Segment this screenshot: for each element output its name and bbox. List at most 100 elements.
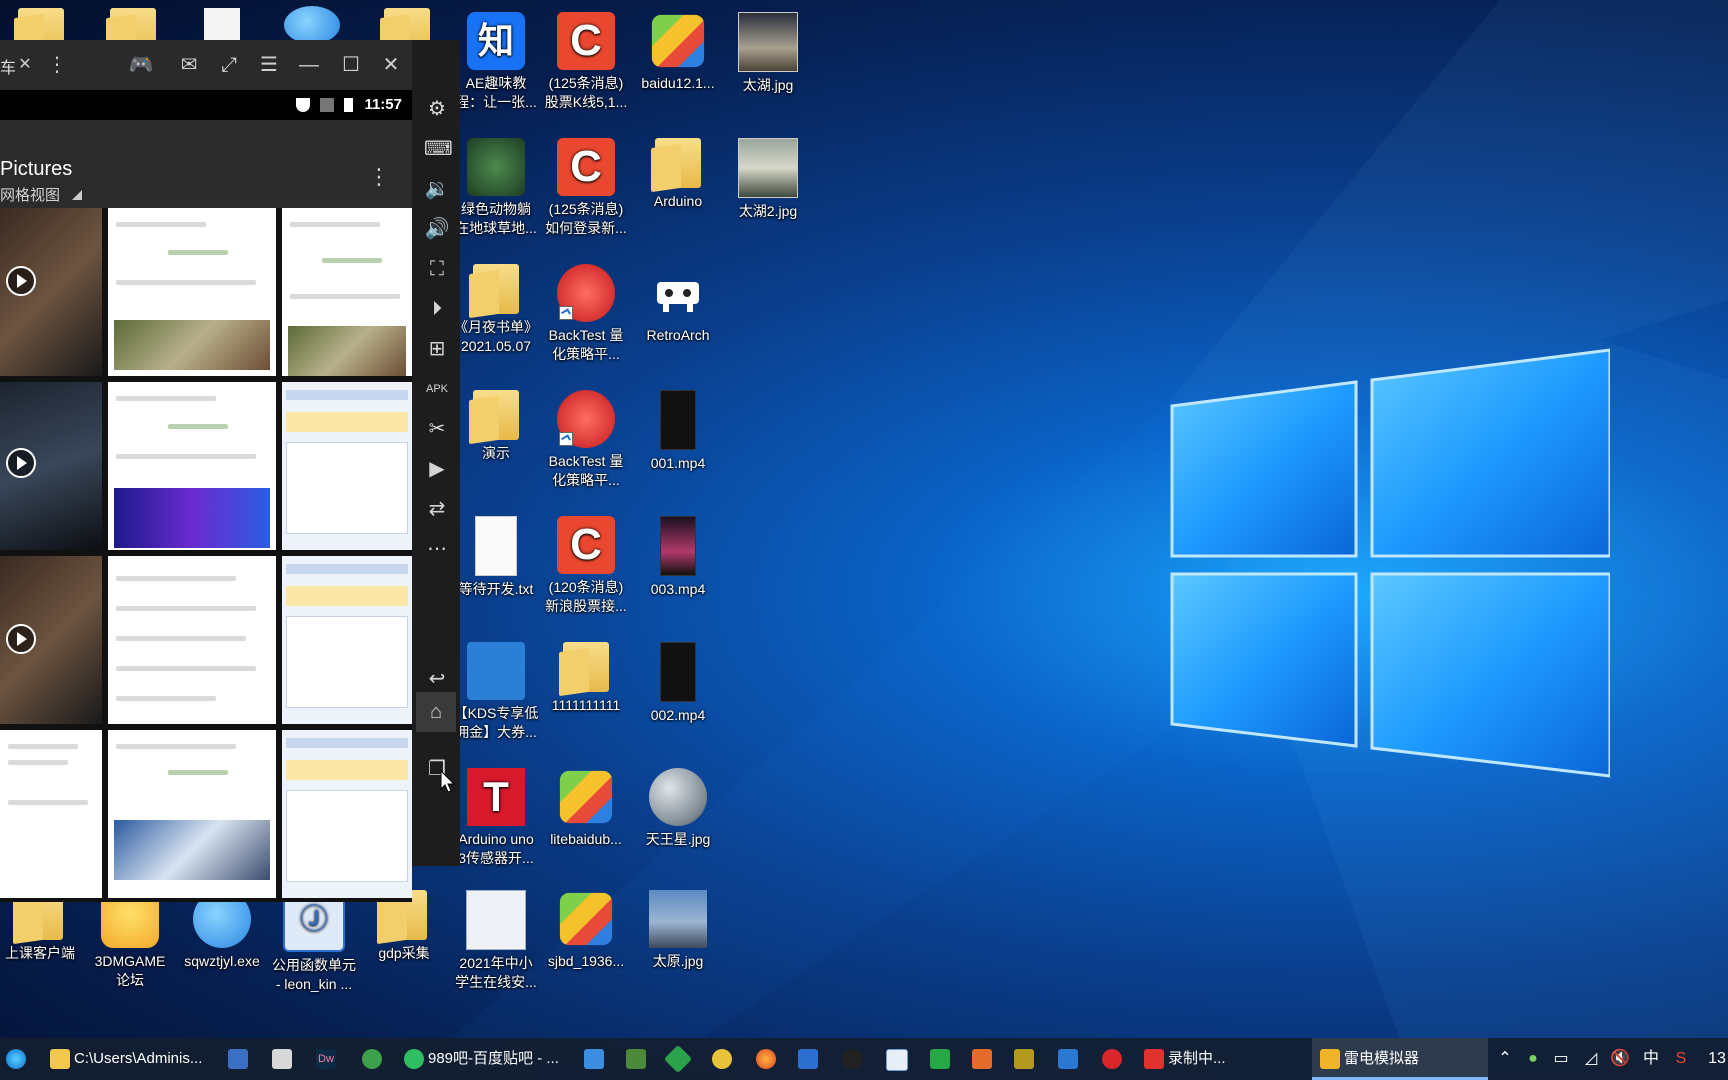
desktop-icon[interactable]: sjbd_1936...: [540, 890, 632, 971]
app-icon[interactable]: [1102, 1049, 1122, 1069]
taskbar-item-browser[interactable]: 989吧-百度贴吧 - ...: [400, 1038, 570, 1080]
settings-gear-icon[interactable]: ⚙: [424, 96, 450, 122]
desktop-icon[interactable]: Ⓙ 公用函数单元 - leon_kin ...: [268, 890, 360, 994]
home-icon[interactable]: ⌂: [416, 692, 456, 732]
grid-thumbnail[interactable]: [282, 382, 412, 550]
zhihu-icon: 知: [467, 12, 525, 70]
overflow-menu-icon[interactable]: ⋮: [368, 164, 390, 190]
network-icon[interactable]: ◿: [1582, 1050, 1600, 1068]
maximize-icon[interactable]: ☐: [338, 52, 364, 78]
desktop-icon[interactable]: 天王星.jpg: [632, 768, 724, 849]
sync-icon[interactable]: ⇄: [424, 496, 450, 522]
scissors-icon[interactable]: ✂: [424, 416, 450, 442]
desktop-icon[interactable]: 绿色动物躺 在地球草地...: [450, 138, 542, 238]
app-icon[interactable]: [1058, 1049, 1078, 1069]
desktop-icon[interactable]: 《月夜书单》 2021.05.07: [450, 264, 542, 356]
sogou-input-icon[interactable]: S: [1672, 1050, 1690, 1068]
app-icon[interactable]: [930, 1049, 950, 1069]
desktop-icon[interactable]: RetroArch: [632, 264, 724, 345]
desktop-icon[interactable]: sqwztjyl.exe: [176, 890, 268, 971]
desktop-icon[interactable]: C (120条消息) 新浪股票接...: [540, 516, 632, 616]
firefox-icon[interactable]: [756, 1049, 776, 1069]
desktop-icon[interactable]: litebaidub...: [540, 768, 632, 849]
edge-browser-icon[interactable]: [6, 1049, 26, 1069]
more-vertical-icon[interactable]: ⋮: [44, 52, 70, 78]
fullscreen-icon[interactable]: ⛶: [424, 256, 450, 282]
desktop-icon[interactable]: 太湖.jpg: [722, 12, 814, 95]
desktop-icon[interactable]: T Arduino uno 3传感器开...: [450, 768, 542, 868]
app-icon[interactable]: [712, 1049, 732, 1069]
app-icon[interactable]: [626, 1049, 646, 1069]
security-tray-icon[interactable]: ●: [1524, 1050, 1542, 1068]
desktop-icon[interactable]: 2021年中小 学生在线安...: [450, 890, 542, 992]
taskbar-item-ldplayer[interactable]: 雷电模拟器: [1312, 1038, 1488, 1080]
app-icon[interactable]: [886, 1049, 908, 1071]
minimize-icon[interactable]: —: [296, 52, 322, 78]
gallery-view-dropdown[interactable]: 网格视图: [0, 184, 60, 205]
grid-thumbnail[interactable]: [108, 730, 276, 898]
mail-icon[interactable]: ✉: [176, 52, 202, 78]
grid-thumbnail[interactable]: [108, 556, 276, 724]
add-icon[interactable]: ⊞: [424, 336, 450, 362]
desktop-icon[interactable]: C (125条消息) 如何登录新...: [540, 138, 632, 238]
notepad-icon[interactable]: [272, 1049, 292, 1069]
grid-thumbnail[interactable]: [108, 382, 276, 550]
desktop-icon[interactable]: 3DMGAME 论坛: [84, 890, 176, 990]
desktop-icon[interactable]: BackTest 量 化策略平...: [540, 264, 632, 364]
desktop-icon[interactable]: 等待开发.txt: [450, 516, 542, 599]
desktop-icon[interactable]: 【KDS专享低 佣金】大券...: [450, 642, 542, 742]
grid-thumbnail[interactable]: [0, 208, 102, 376]
close-tab-icon[interactable]: ✕: [12, 52, 38, 78]
desktop-icon[interactable]: 太湖2.jpg: [722, 138, 814, 221]
grid-thumbnail[interactable]: [0, 382, 102, 550]
grid-thumbnail[interactable]: [108, 208, 276, 376]
grid-thumbnail[interactable]: [0, 556, 102, 724]
mail-icon[interactable]: [584, 1049, 604, 1069]
apk-install-icon[interactable]: APK: [424, 376, 450, 402]
store-icon[interactable]: [228, 1049, 248, 1069]
desktop-icon[interactable]: BackTest 量 化策略平...: [540, 390, 632, 490]
grid-thumbnail[interactable]: [282, 556, 412, 724]
desktop-icon[interactable]: baidu12.1...: [632, 12, 724, 93]
app-icon[interactable]: [798, 1049, 818, 1069]
keyboard-icon[interactable]: ⌨: [424, 136, 453, 162]
people-icon[interactable]: [284, 6, 340, 44]
volume-up-icon[interactable]: 🔊: [424, 216, 450, 242]
record-icon[interactable]: ⏵: [424, 296, 450, 322]
close-window-icon[interactable]: ✕: [378, 52, 404, 78]
dreamweaver-icon[interactable]: Dw: [316, 1049, 336, 1069]
clock[interactable]: 13: [1706, 1050, 1728, 1068]
desktop-icon[interactable]: 演示: [450, 390, 542, 463]
desktop-icon[interactable]: 001.mp4: [632, 390, 724, 473]
document-icon[interactable]: [204, 8, 240, 44]
app-icon[interactable]: [663, 1044, 693, 1074]
back-icon[interactable]: ↩: [424, 666, 450, 692]
video-play-icon[interactable]: ▶: [424, 456, 450, 482]
volume-down-icon[interactable]: 🔉: [424, 176, 450, 202]
desktop-icon[interactable]: 1111111111: [540, 642, 632, 715]
menu-icon[interactable]: ☰: [256, 52, 282, 78]
desktop-icon[interactable]: 002.mp4: [632, 642, 724, 725]
grid-thumbnail[interactable]: [282, 208, 412, 376]
fireworks-icon[interactable]: [1014, 1049, 1034, 1069]
volume-muted-icon[interactable]: 🔇: [1610, 1050, 1630, 1068]
grid-thumbnail[interactable]: [282, 730, 412, 898]
desktop-icon[interactable]: 003.mp4: [632, 516, 724, 599]
qq-icon[interactable]: [842, 1049, 862, 1069]
show-hidden-icons-icon[interactable]: ⌃: [1496, 1050, 1514, 1068]
battery-tray-icon[interactable]: ▭: [1552, 1050, 1570, 1068]
desktop-icon[interactable]: 知 AE趣味教 程：让一张...: [450, 12, 542, 112]
browser-icon[interactable]: [362, 1049, 382, 1069]
screen-resize-icon[interactable]: ⤢: [216, 52, 242, 78]
desktop-icon[interactable]: C (125条消息) 股票K线5,1...: [540, 12, 632, 112]
app-icon[interactable]: [972, 1049, 992, 1069]
taskbar-item-recorder[interactable]: 录制中...: [1140, 1038, 1300, 1080]
desktop-icon[interactable]: 太原.jpg: [632, 890, 724, 971]
gamepad-icon[interactable]: 🎮: [128, 52, 154, 78]
thumbnail-photo: [114, 820, 270, 880]
desktop-icon[interactable]: Arduino: [632, 138, 724, 211]
grid-thumbnail[interactable]: [0, 730, 102, 898]
more-horizontal-icon[interactable]: ⋯: [424, 536, 450, 562]
taskbar-item-explorer[interactable]: C:\Users\Adminis...: [44, 1038, 214, 1080]
ime-indicator[interactable]: 中: [1642, 1050, 1660, 1068]
